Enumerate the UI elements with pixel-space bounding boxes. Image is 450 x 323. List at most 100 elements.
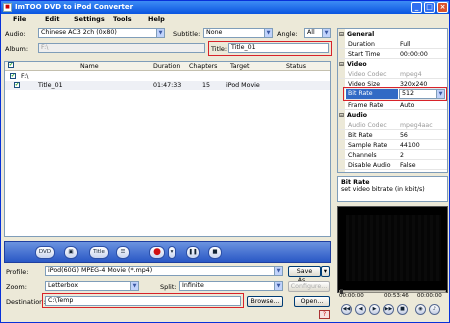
menu-help[interactable]: Help: [148, 14, 165, 25]
section-general[interactable]: ⊟ General: [338, 30, 447, 39]
prop-value: mpeg4: [400, 71, 422, 78]
browse-button[interactable]: Browse...: [247, 296, 283, 307]
prop-value: 2: [400, 152, 404, 159]
chapter-icon[interactable]: ☰: [116, 246, 130, 259]
collapse-icon[interactable]: ⊟: [339, 30, 344, 39]
prop-row[interactable]: Duration Full: [338, 40, 447, 49]
preview-screen: [346, 215, 441, 281]
menu-edit[interactable]: Edit: [45, 14, 59, 25]
stop-icon[interactable]: ■: [397, 304, 408, 315]
maximize-icon[interactable]: □: [424, 2, 435, 13]
column-duration[interactable]: Duration: [153, 62, 180, 71]
title-list[interactable]: ✔ Name Duration Chapters Target Status ✔…: [4, 61, 331, 237]
stop-icon[interactable]: ■: [208, 246, 222, 259]
title-label: Title:: [211, 45, 228, 53]
prop-key: Video Codec: [348, 71, 387, 78]
configure-button[interactable]: Configure...: [288, 281, 330, 292]
dvd-icon: ■: [3, 3, 12, 12]
prop-row[interactable]: Bit Rate 56: [338, 131, 447, 140]
video-preview: [337, 206, 448, 293]
split-select[interactable]: Infinite ▼: [179, 281, 283, 291]
minimize-icon[interactable]: _: [411, 2, 422, 13]
menu-bar: File Edit Settings Tools Help: [1, 14, 449, 25]
title-value: Title_01: [231, 44, 256, 51]
section-label: General: [347, 31, 375, 38]
dvd-button[interactable]: DVD: [35, 246, 55, 259]
menu-settings[interactable]: Settings: [74, 14, 105, 25]
dropdown-icon[interactable]: ▾: [168, 246, 176, 259]
next-icon[interactable]: ▶▶: [383, 304, 394, 315]
snapshot-icon[interactable]: ◉: [415, 304, 426, 315]
column-name[interactable]: Name: [80, 62, 99, 71]
prop-row[interactable]: Channels 2: [338, 151, 447, 160]
section-audio[interactable]: ⊟ Audio: [338, 111, 447, 120]
subtitle-select[interactable]: None ▼: [203, 28, 273, 38]
section-label: Video: [347, 61, 367, 68]
album-value: F:\: [41, 44, 49, 51]
collapse-icon[interactable]: ⊟: [339, 111, 344, 120]
collapse-icon[interactable]: ⊟: [339, 60, 344, 69]
record-icon[interactable]: ●: [149, 246, 165, 259]
section-video[interactable]: ⊟ Video: [338, 60, 447, 69]
audio-value: Chinese AC3 2ch (0x80): [41, 29, 117, 36]
chevron-down-icon: ▼: [274, 267, 282, 275]
position-time: 00:00:00: [417, 293, 442, 299]
prop-row[interactable]: Disable Audio False: [338, 161, 447, 170]
column-target[interactable]: Target: [230, 62, 249, 71]
menu-tools[interactable]: Tools: [113, 14, 132, 25]
description-title: Bit Rate: [341, 179, 370, 186]
seek-handle[interactable]: [340, 289, 343, 294]
list-group-row[interactable]: ✔ F:\: [5, 72, 330, 81]
total-time: 00:53:46: [384, 293, 409, 299]
destination-input[interactable]: C:\Temp: [45, 296, 241, 306]
checkbox-icon[interactable]: ✔: [14, 82, 20, 88]
bitrate-highlight: [343, 87, 447, 101]
audio-label: Audio:: [5, 30, 26, 38]
row-name: Title_01: [38, 82, 63, 89]
column-chapters[interactable]: Chapters: [189, 62, 217, 71]
prop-value: 56: [400, 132, 408, 139]
film-icon[interactable]: ▣: [64, 246, 78, 259]
prop-row[interactable]: Start Time 00:00:00: [338, 50, 447, 59]
zoom-select[interactable]: Letterbox ▼: [45, 281, 139, 291]
table-row[interactable]: ✔ Title_01 01:47:33 15 iPod Movie: [5, 81, 330, 90]
seek-bar[interactable]: [339, 289, 446, 294]
volume-icon[interactable]: ♪: [429, 304, 440, 315]
prop-row[interactable]: Sample Rate 44100: [338, 141, 447, 150]
album-field: F:\: [38, 43, 205, 53]
title-button[interactable]: Title: [89, 246, 109, 259]
title-input[interactable]: Title_01: [228, 43, 329, 53]
title-bar: ■ ImTOO DVD to iPod Converter _ □ ×: [1, 1, 449, 14]
rewind-icon[interactable]: ◀◀: [341, 304, 352, 315]
browse-label: Browse...: [250, 298, 280, 305]
close-icon[interactable]: ×: [437, 2, 448, 13]
angle-select[interactable]: All ▼: [304, 28, 331, 38]
chevron-down-icon: ▼: [274, 282, 282, 290]
pause-icon[interactable]: ❚❚: [186, 246, 200, 259]
checkbox-icon[interactable]: ✔: [8, 62, 14, 68]
checkbox-icon[interactable]: ✔: [10, 73, 16, 79]
prev-icon[interactable]: ◀: [355, 304, 366, 315]
open-button[interactable]: Open...: [294, 296, 330, 307]
dvd-button-label: DVD: [38, 249, 52, 255]
save-as-button[interactable]: Save As...: [288, 266, 321, 284]
prop-row[interactable]: Audio Codec mpeg4aac: [338, 121, 447, 130]
destination-label: Destination:: [6, 298, 46, 306]
chevron-down-icon: ▼: [156, 29, 164, 37]
help-icon[interactable]: ?: [319, 310, 330, 319]
window-title: ImTOO DVD to iPod Converter: [15, 3, 134, 11]
column-status[interactable]: Status: [286, 62, 306, 71]
prop-key: Audio Codec: [348, 122, 387, 129]
prop-row[interactable]: Frame Rate Auto: [338, 101, 447, 110]
audio-select[interactable]: Chinese AC3 2ch (0x80) ▼: [38, 28, 165, 38]
menu-file[interactable]: File: [13, 14, 26, 25]
list-header: ✔ Name Duration Chapters Target Status: [5, 62, 330, 71]
destination-value: C:\Temp: [48, 297, 74, 304]
prop-key: Frame Rate: [348, 102, 384, 109]
prop-value: False: [400, 162, 416, 169]
row-target: iPod Movie: [226, 82, 260, 89]
prop-row[interactable]: Video Codec mpeg4: [338, 70, 447, 79]
chevron-down-icon[interactable]: ▾: [321, 266, 330, 277]
profile-select[interactable]: iPod(60G) MPEG-4 Movie (*.mp4) ▼: [45, 266, 283, 276]
play-icon[interactable]: ▶: [369, 304, 380, 315]
